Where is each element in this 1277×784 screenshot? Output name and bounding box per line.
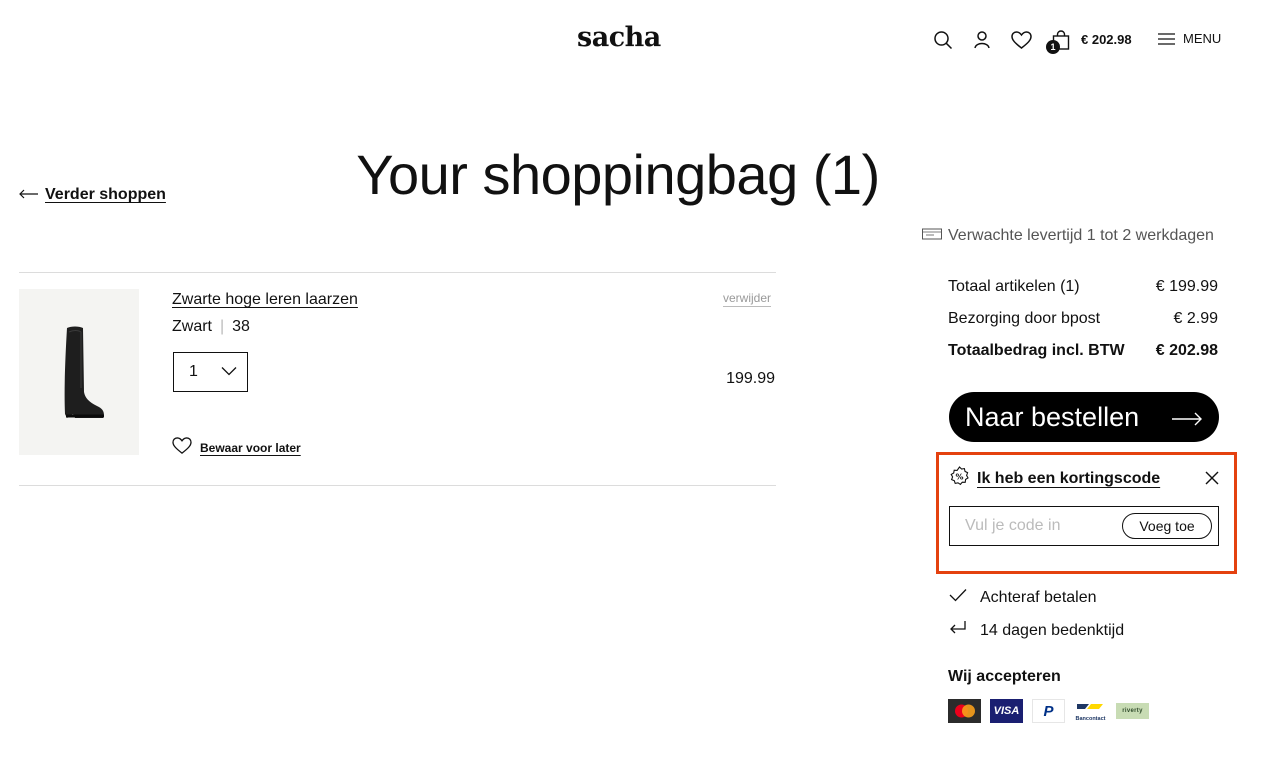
item-price: 199.99	[726, 370, 775, 387]
boot-image	[64, 326, 104, 418]
product-size: 38	[232, 318, 250, 335]
usp-label: Achteraf betalen	[980, 588, 1097, 606]
summary-row-items: Totaal artikelen (1) € 199.99	[948, 278, 1218, 296]
summary-label: Totaalbedrag incl. BTW	[948, 342, 1125, 359]
delivery-box-icon	[922, 227, 942, 245]
summary-value: € 202.98	[1155, 342, 1218, 359]
paypal-logo: P	[1032, 699, 1065, 723]
save-for-later-label: Bewaar voor later	[200, 440, 301, 455]
quantity-value: 1	[189, 363, 198, 380]
summary-label: Bezorging door bpost	[948, 310, 1101, 327]
arrow-right-icon	[1171, 402, 1203, 433]
heart-icon	[172, 437, 192, 458]
summary-label: Totaal artikelen (1)	[948, 278, 1080, 295]
usp-label: 14 dagen bedenktijd	[980, 621, 1125, 639]
checkmark-icon	[949, 588, 967, 607]
wishlist-heart-icon[interactable]	[1010, 29, 1032, 51]
bancontact-label: Bancontact	[1075, 716, 1106, 722]
usp-return-period: 14 dagen bedenktijd	[949, 620, 1124, 641]
checkout-label: Naar bestellen	[965, 401, 1140, 432]
summary-row-shipping: Bezorging door bpost € 2.99	[948, 310, 1218, 328]
product-color: Zwart	[172, 318, 212, 335]
menu-label[interactable]: MENU	[1183, 31, 1221, 46]
summary-value: € 199.99	[1155, 278, 1218, 295]
chevron-down-icon	[221, 363, 237, 381]
checkout-button[interactable]: Naar bestellen	[949, 392, 1219, 442]
variant-separator: |	[220, 318, 225, 335]
usp-pay-later: Achteraf betalen	[949, 588, 1097, 607]
product-variant: Zwart | 38	[172, 318, 250, 336]
discount-code-input[interactable]	[955, 512, 1115, 540]
cart-count-badge: 1	[1046, 40, 1060, 54]
continue-shopping-link[interactable]: Verder shoppen	[19, 186, 166, 204]
discount-code-title: Ik heb een kortingscode	[977, 470, 1161, 487]
product-name-link[interactable]: Zwarte hoge leren laarzen	[172, 291, 358, 309]
mastercard-logo	[948, 699, 981, 723]
search-icon[interactable]	[932, 29, 954, 51]
payment-methods-title: Wij accepteren	[948, 668, 1061, 685]
discount-code-toggle[interactable]: % Ik heb een kortingscode	[949, 466, 1160, 492]
divider	[19, 485, 776, 486]
quantity-select[interactable]: 1	[173, 352, 248, 392]
arrow-left-icon	[19, 186, 39, 204]
delivery-text: Verwachte levertijd 1 tot 2 werkdagen	[948, 227, 1214, 244]
discount-percent-icon: %	[949, 466, 970, 492]
cart-total[interactable]: € 202.98	[1081, 32, 1132, 47]
sacha-logo[interactable]: sacha	[577, 22, 661, 53]
bancontact-logo: Bancontact	[1074, 699, 1107, 723]
return-arrow-icon	[949, 620, 967, 641]
close-icon[interactable]	[1203, 469, 1221, 487]
delivery-estimate: Verwachte levertijd 1 tot 2 werkdagen	[922, 227, 1214, 245]
divider	[19, 272, 776, 273]
remove-item-link[interactable]: verwijder	[723, 291, 772, 307]
summary-row-total: Totaalbedrag incl. BTW € 202.98	[948, 342, 1218, 360]
continue-shopping-label: Verder shoppen	[45, 186, 166, 203]
summary-value: € 2.99	[1173, 310, 1218, 327]
page-title: Your shoppingbag (1)	[356, 143, 880, 206]
visa-logo: VISA	[990, 699, 1023, 723]
save-for-later-link[interactable]: Bewaar voor later	[172, 437, 301, 458]
svg-text:%: %	[955, 473, 963, 482]
product-image[interactable]	[19, 289, 139, 455]
account-icon[interactable]	[971, 29, 993, 51]
riverty-logo: riverty	[1116, 703, 1149, 719]
hamburger-menu-icon[interactable]	[1155, 28, 1177, 50]
apply-discount-button[interactable]: Voeg toe	[1122, 513, 1212, 539]
